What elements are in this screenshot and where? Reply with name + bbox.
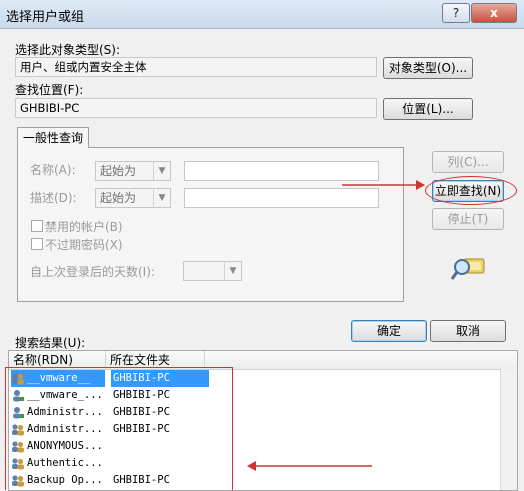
search-magnifier-icon: [450, 258, 485, 280]
name-operator-select[interactable]: 起始为 ▼: [95, 161, 171, 181]
columns-button[interactable]: 列(C)...: [432, 151, 504, 173]
close-button[interactable]: x: [471, 3, 517, 23]
search-results-label: 搜索结果(U):: [15, 336, 86, 350]
ok-button[interactable]: 确定: [351, 320, 427, 342]
annotation-arrow-left-icon: [247, 461, 372, 471]
object-type-label: 选择此对象类型(S):: [15, 43, 121, 57]
locations-button[interactable]: 位置(L)...: [383, 98, 473, 120]
disabled-accounts-label: 禁用的帐户(B): [45, 220, 123, 234]
name-operator-value: 起始为: [100, 164, 137, 178]
chevron-down-icon: ▼: [224, 262, 241, 280]
no-expire-password-checkbox[interactable]: [31, 238, 43, 250]
chevron-down-icon: ▼: [153, 189, 170, 207]
help-button[interactable]: ?: [442, 3, 470, 23]
description-operator-value: 起始为: [100, 191, 137, 205]
location-field: GHBIBI-PC: [15, 98, 377, 118]
annotation-ellipse: [425, 176, 517, 205]
cancel-button[interactable]: 取消: [430, 320, 506, 342]
description-operator-select[interactable]: 起始为 ▼: [95, 188, 171, 208]
description-label: 描述(D):: [30, 191, 77, 205]
chevron-down-icon: ▼: [153, 162, 170, 180]
vertical-scrollbar[interactable]: [500, 369, 517, 490]
annotation-arrow-right-icon: [342, 180, 425, 190]
object-types-button[interactable]: 对象类型(O)...: [383, 57, 473, 79]
window-title: 选择用户或组: [6, 10, 85, 25]
object-type-field: 用户、组或内置安全主体: [15, 57, 377, 77]
days-since-logon-select[interactable]: ▼: [183, 261, 242, 281]
location-label: 查找位置(F):: [15, 83, 84, 97]
annotation-rectangle: [5, 367, 233, 490]
days-since-logon-label: 自上次登录后的天数(I):: [30, 265, 155, 279]
name-label: 名称(A):: [30, 163, 76, 177]
stop-button[interactable]: 停止(T): [432, 208, 504, 230]
no-expire-password-label: 不过期密码(X): [45, 238, 123, 252]
disabled-accounts-checkbox[interactable]: [31, 220, 43, 232]
tab-general-query[interactable]: 一般性查询: [17, 127, 89, 148]
